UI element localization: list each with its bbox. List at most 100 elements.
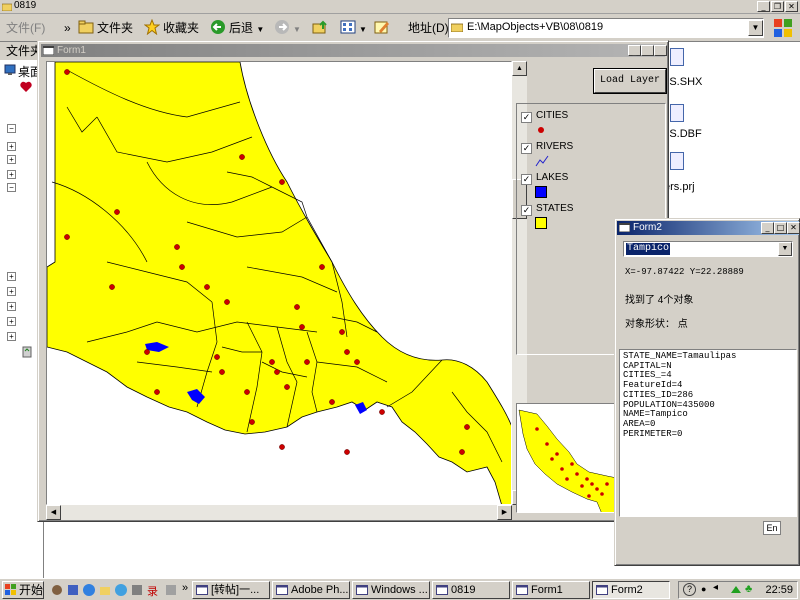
- up-folder-button[interactable]: [312, 19, 331, 37]
- city-point[interactable]: [154, 389, 160, 395]
- taskbar-button[interactable]: [转帖]一...: [192, 581, 270, 599]
- map-horizontal-scrollbar[interactable]: ◀ ▶: [46, 505, 512, 520]
- close-button[interactable]: ✕: [654, 45, 667, 56]
- record-icon[interactable]: 录: [146, 583, 160, 597]
- legend-item-rivers[interactable]: ✓ RIVERS: [521, 141, 573, 154]
- file-icon[interactable]: [670, 104, 684, 122]
- tree-expand-button[interactable]: +: [7, 155, 16, 164]
- city-point[interactable]: [249, 419, 255, 425]
- quicklaunch-icon[interactable]: [66, 583, 80, 597]
- tray-arrow-icon[interactable]: ◂: [713, 582, 718, 593]
- scroll-right-button[interactable]: ▶: [497, 505, 512, 520]
- scroll-left-button[interactable]: ◀: [46, 505, 61, 520]
- tree-expand-button[interactable]: +: [7, 332, 16, 341]
- menu-file[interactable]: 文件(F): [6, 19, 45, 37]
- back-button[interactable]: 后退 ▼: [210, 19, 264, 37]
- city-point[interactable]: [279, 444, 285, 450]
- legend-item-lakes[interactable]: ✓ LAKES: [521, 172, 568, 185]
- overview-map[interactable]: [516, 403, 616, 513]
- folders-button[interactable]: 文件夹: [78, 19, 133, 37]
- city-point[interactable]: [464, 424, 470, 430]
- form2-titlebar[interactable]: Form2 _ □ ✕: [617, 221, 800, 235]
- address-dropdown-button[interactable]: ▼: [748, 20, 763, 36]
- form1-titlebar[interactable]: Form1 _ □ ✕: [41, 44, 667, 57]
- menu-chevron[interactable]: »: [64, 19, 71, 37]
- maximize-button[interactable]: □: [774, 222, 787, 234]
- legend-item-cities[interactable]: ✓ CITIES: [521, 110, 568, 123]
- city-point[interactable]: [344, 349, 350, 355]
- city-point[interactable]: [459, 449, 465, 455]
- quicklaunch-icon[interactable]: [98, 583, 112, 597]
- tree-expand-button[interactable]: +: [7, 142, 16, 151]
- layer-checkbox[interactable]: ✓: [521, 112, 532, 123]
- combo-dropdown-button[interactable]: ▼: [778, 242, 792, 256]
- quicklaunch-chevron[interactable]: »: [182, 582, 188, 594]
- maximize-button[interactable]: □: [641, 45, 654, 56]
- minimize-button[interactable]: _: [761, 222, 774, 234]
- map-control[interactable]: [46, 61, 512, 505]
- city-point[interactable]: [244, 389, 250, 395]
- tree-expand-button[interactable]: +: [7, 317, 16, 326]
- city-point[interactable]: [299, 324, 305, 330]
- city-point[interactable]: [294, 304, 300, 310]
- city-point[interactable]: [144, 349, 150, 355]
- quicklaunch-icon[interactable]: [50, 583, 64, 597]
- forward-button[interactable]: ▼: [274, 19, 301, 37]
- city-point[interactable]: [174, 244, 180, 250]
- taskbar-button[interactable]: Form2: [592, 581, 670, 599]
- close-button[interactable]: ✕: [787, 222, 800, 234]
- language-indicator[interactable]: En: [763, 521, 781, 535]
- city-point[interactable]: [64, 69, 70, 75]
- map-canvas[interactable]: [47, 62, 512, 505]
- views-button[interactable]: ▼: [340, 19, 367, 37]
- city-point[interactable]: [214, 354, 220, 360]
- city-point[interactable]: [219, 369, 225, 375]
- quicklaunch-icon[interactable]: [114, 583, 128, 597]
- city-point[interactable]: [319, 264, 325, 270]
- file-icon[interactable]: [670, 48, 684, 66]
- feature-combo[interactable]: Tampico ▼: [623, 241, 793, 257]
- city-point[interactable]: [279, 179, 285, 185]
- city-point[interactable]: [109, 284, 115, 290]
- clock[interactable]: 22:59: [765, 583, 793, 598]
- city-point[interactable]: [339, 329, 345, 335]
- city-point[interactable]: [379, 409, 385, 415]
- file-icon[interactable]: [670, 152, 684, 170]
- taskbar-button[interactable]: Adobe Ph...: [272, 581, 350, 599]
- city-point[interactable]: [344, 449, 350, 455]
- close-button[interactable]: ✕: [785, 1, 798, 12]
- tree-expand-button[interactable]: +: [7, 170, 16, 179]
- ie-icon[interactable]: [82, 583, 96, 597]
- tools-button[interactable]: [374, 19, 393, 37]
- city-point[interactable]: [304, 359, 310, 365]
- city-point[interactable]: [269, 359, 275, 365]
- city-point[interactable]: [274, 369, 280, 375]
- city-point[interactable]: [114, 209, 120, 215]
- tree-collapse-button[interactable]: −: [7, 183, 16, 192]
- city-point[interactable]: [329, 399, 335, 405]
- tree-expand-button[interactable]: +: [7, 287, 16, 296]
- tree-expand-button[interactable]: +: [7, 302, 16, 311]
- load-layer-button[interactable]: Load Layer: [594, 69, 666, 93]
- tray-network-icon[interactable]: [729, 583, 743, 597]
- layer-checkbox[interactable]: ✓: [521, 205, 532, 216]
- city-point[interactable]: [224, 299, 230, 305]
- quicklaunch-icon[interactable]: [164, 583, 178, 597]
- taskbar-button[interactable]: 0819: [432, 581, 510, 599]
- taskbar-button[interactable]: Windows ...: [352, 581, 430, 599]
- city-point[interactable]: [204, 284, 210, 290]
- help-icon[interactable]: ?: [683, 583, 696, 596]
- city-point[interactable]: [179, 264, 185, 270]
- attributes-textbox[interactable]: STATE_NAME=Tamaulipas CAPITAL=N CITIES_=4 F…: [619, 349, 797, 517]
- layer-checkbox[interactable]: ✓: [521, 174, 532, 185]
- layer-checkbox[interactable]: ✓: [521, 143, 532, 154]
- taskbar-button[interactable]: Form1: [512, 581, 590, 599]
- minimize-button[interactable]: _: [628, 45, 641, 56]
- minimize-button[interactable]: _: [757, 1, 770, 12]
- city-point[interactable]: [284, 384, 290, 390]
- address-bar[interactable]: E:\MapObjects+VB\08\0819 ▼: [448, 18, 764, 38]
- tree-expand-button[interactable]: −: [7, 124, 16, 133]
- city-point[interactable]: [239, 154, 245, 160]
- restore-button[interactable]: ❐: [771, 1, 784, 12]
- tray-app-icon[interactable]: ♣: [745, 583, 752, 595]
